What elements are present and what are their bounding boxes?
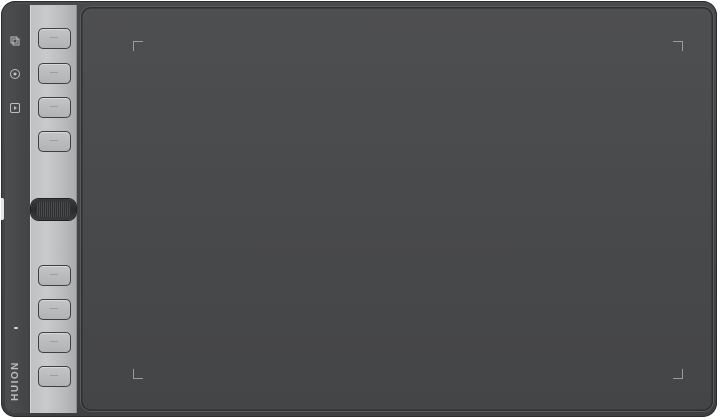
target-icon bbox=[10, 69, 20, 79]
dial-grip bbox=[37, 202, 70, 217]
express-key-3[interactable] bbox=[38, 97, 71, 118]
side-strip bbox=[5, 5, 29, 413]
play-icon bbox=[10, 103, 20, 113]
drawing-tablet: HUION bbox=[1, 1, 717, 417]
layers-icon bbox=[10, 36, 20, 46]
corner-mark-bottom-right bbox=[673, 369, 683, 379]
express-key-7[interactable] bbox=[38, 332, 71, 353]
corner-mark-top-right bbox=[673, 41, 683, 51]
express-key-4[interactable] bbox=[38, 131, 71, 152]
express-key-1[interactable] bbox=[38, 28, 71, 49]
status-led bbox=[14, 327, 18, 329]
express-key-6[interactable] bbox=[38, 299, 71, 320]
corner-mark-bottom-left bbox=[133, 369, 143, 379]
corner-mark-top-left bbox=[133, 41, 143, 51]
scroll-dial[interactable] bbox=[31, 199, 76, 220]
express-key-8[interactable] bbox=[38, 366, 71, 387]
express-key-5[interactable] bbox=[38, 265, 71, 286]
active-drawing-area[interactable] bbox=[81, 7, 713, 411]
express-key-2[interactable] bbox=[38, 63, 71, 84]
usb-port bbox=[1, 198, 4, 220]
